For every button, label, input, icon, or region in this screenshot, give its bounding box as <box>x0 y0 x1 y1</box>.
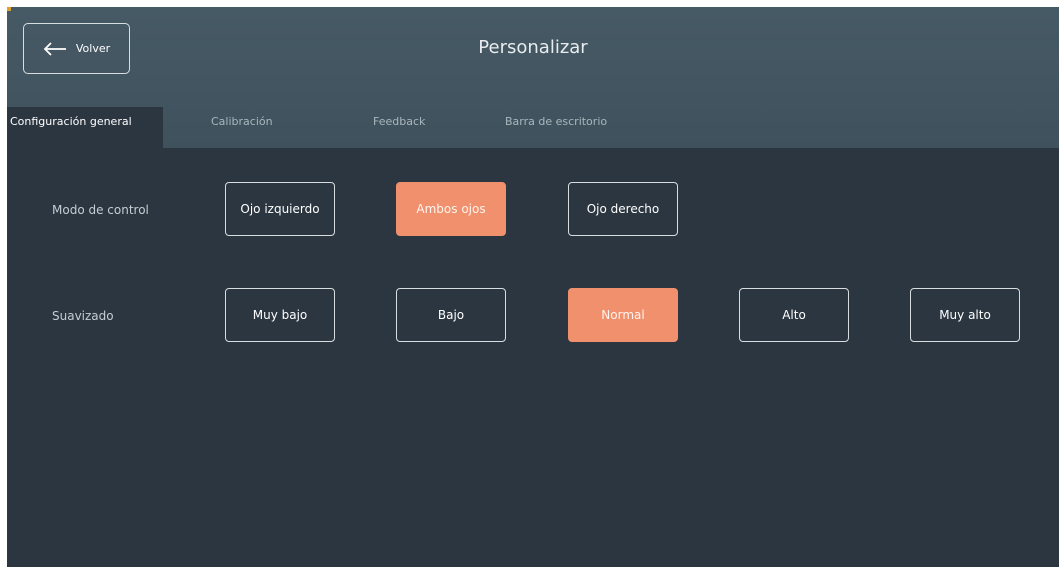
smoothing-low-button[interactable]: Bajo <box>396 288 506 342</box>
header-bar: Volver Personalizar Configuración genera… <box>7 7 1059 148</box>
smoothing-label: Suavizado <box>52 309 114 323</box>
control-mode-label: Modo de control <box>52 203 149 217</box>
smoothing-very-high-button[interactable]: Muy alto <box>910 288 1020 342</box>
corner-accent <box>7 7 11 11</box>
smoothing-very-low-button[interactable]: Muy bajo <box>225 288 335 342</box>
tab-configuracion-general[interactable]: Configuración general <box>7 107 163 148</box>
control-mode-right-eye-button[interactable]: Ojo derecho <box>568 182 678 236</box>
tab-bar: Configuración general Calibración Feedba… <box>7 107 1059 148</box>
control-mode-left-eye-button[interactable]: Ojo izquierdo <box>225 182 335 236</box>
page-title: Personalizar <box>478 37 588 58</box>
tab-feedback[interactable]: Feedback <box>373 107 425 148</box>
tab-calibracion[interactable]: Calibración <box>211 107 273 148</box>
tab-barra-de-escritorio[interactable]: Barra de escritorio <box>505 107 607 148</box>
smoothing-high-button[interactable]: Alto <box>739 288 849 342</box>
app-window: Volver Personalizar Configuración genera… <box>7 7 1059 567</box>
smoothing-normal-button[interactable]: Normal <box>568 288 678 342</box>
control-mode-both-eyes-button[interactable]: Ambos ojos <box>396 182 506 236</box>
